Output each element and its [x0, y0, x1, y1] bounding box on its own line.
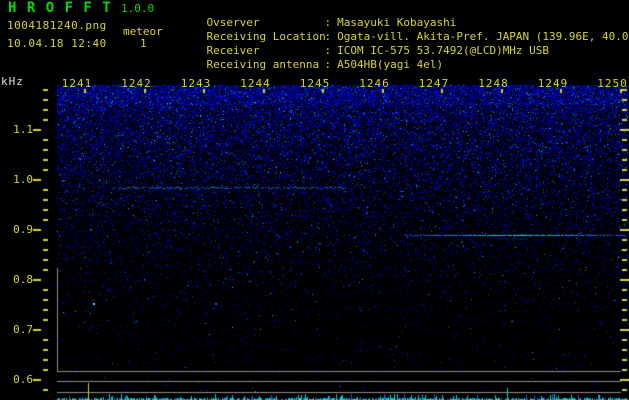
frequency-axis-label: 0.6	[13, 373, 33, 386]
app-version: 1.0.0	[121, 2, 155, 15]
frequency-axis-label: 0.7	[13, 323, 33, 336]
app-title: H R O F F T	[8, 0, 112, 16]
time-axis-label: 1244	[240, 77, 271, 90]
time-axis-label: 1243	[180, 77, 212, 90]
observation-datetime: 10.04.18 12:40	[7, 37, 107, 50]
info-label: Receiving antenna	[206, 58, 320, 71]
frequency-axis-label: 0.9	[13, 223, 33, 236]
time-axis-label: 1247	[418, 77, 450, 90]
info-value: A504HB(yagi 4el)	[337, 58, 444, 71]
time-axis-label: 1241	[61, 77, 93, 90]
time-axis-label: 1249	[537, 77, 569, 90]
frequency-axis-label: 1.0	[13, 173, 33, 186]
frequency-unit-label: kHz	[1, 75, 24, 88]
time-axis-label: 1245	[299, 77, 331, 90]
time-axis-label: 1248	[478, 77, 509, 90]
frequency-axis-label: 1.1	[13, 123, 33, 136]
frequency-axis-label: 0.8	[13, 273, 33, 286]
time-axis-label: 1246	[359, 77, 390, 90]
info-separator: :	[324, 58, 332, 71]
hrofft-output-image: H R O F F T 1.0.0 1004181240.png meteor …	[0, 0, 629, 400]
channel-number: 1	[140, 37, 147, 50]
output-filename: 1004181240.png	[7, 19, 107, 32]
time-axis-label: 1250	[597, 77, 628, 90]
time-axis-label: 1242	[121, 77, 152, 90]
